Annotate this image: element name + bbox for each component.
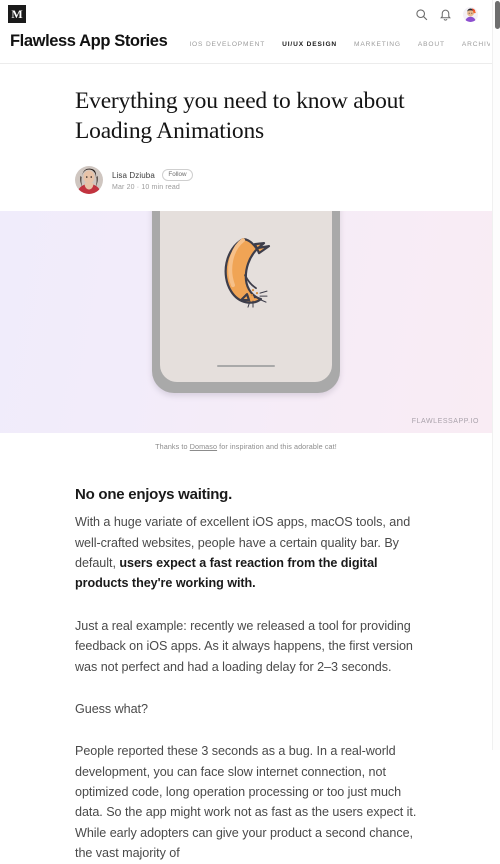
paragraph-reported: People reported these 3 seconds as a bug…: [75, 744, 417, 861]
nav-item-ios-development[interactable]: iOS Development: [189, 41, 265, 48]
article: Everything you need to know about Loadin…: [0, 64, 500, 864]
article-meta: Mar 20 · 10 min read: [112, 184, 180, 192]
paragraph-guess: Guess what?: [75, 701, 148, 716]
byline-author-row: Lisa Dziuba Follow: [112, 169, 194, 182]
page-scrollbar[interactable]: [492, 0, 500, 750]
nav-item-ui-ux-design[interactable]: UI/UX Design: [282, 41, 337, 48]
publication-nav: iOS Development UI/UX Design Marketing A…: [189, 39, 490, 48]
caption-link-domaso[interactable]: Domaso: [190, 442, 217, 451]
caption-prefix: Thanks to: [155, 442, 190, 452]
hero-caption: Thanks to Domaso for inspiration and thi…: [0, 433, 492, 451]
author-name[interactable]: Lisa Dziuba: [112, 171, 155, 180]
phone-mockup: [152, 211, 340, 394]
phone-screen: [160, 211, 332, 383]
page-title: Everything you need to know about Loadin…: [75, 88, 405, 145]
nav-item-marketing[interactable]: Marketing: [354, 41, 401, 48]
caption-suffix: for inspiration and this adorable cat!: [217, 442, 337, 452]
publication-title[interactable]: Flawless App Stories: [10, 32, 168, 51]
hero-image: FLAWLESSAPP.IO: [0, 211, 492, 434]
publication-header: Flawless App Stories iOS Development UI/…: [0, 28, 500, 64]
paragraph-intro: With a huge variate of excellent iOS app…: [75, 512, 425, 594]
curved-cat-illustration: [217, 231, 275, 309]
hero-watermark: FLAWLESSAPP.IO: [411, 418, 479, 426]
scrollbar-thumb[interactable]: [494, 1, 500, 29]
byline-text: Lisa Dziuba Follow Mar 20 · 10 min read: [112, 169, 194, 192]
home-indicator: [217, 364, 275, 368]
nav-item-archive[interactable]: Archive: [462, 41, 490, 48]
article-body: No one enjoys waiting. With a huge varia…: [0, 486, 500, 863]
bell-icon[interactable]: [439, 8, 452, 21]
paragraph-example: Just a real example: recently we release…: [75, 618, 413, 674]
top-bar: M: [0, 0, 500, 28]
paragraph-intro-bold: users expect a fast reaction from the di…: [75, 555, 378, 591]
section-heading: No one enjoys waiting.: [75, 486, 233, 504]
avatar[interactable]: [463, 6, 478, 22]
byline: Lisa Dziuba Follow Mar 20 · 10 min read: [0, 146, 500, 195]
nav-item-about[interactable]: About: [418, 41, 445, 48]
search-icon[interactable]: [415, 8, 428, 21]
author-avatar[interactable]: [75, 166, 103, 195]
top-bar-actions: [415, 6, 490, 22]
follow-button[interactable]: Follow: [161, 169, 194, 182]
medium-logo[interactable]: M: [8, 5, 26, 23]
